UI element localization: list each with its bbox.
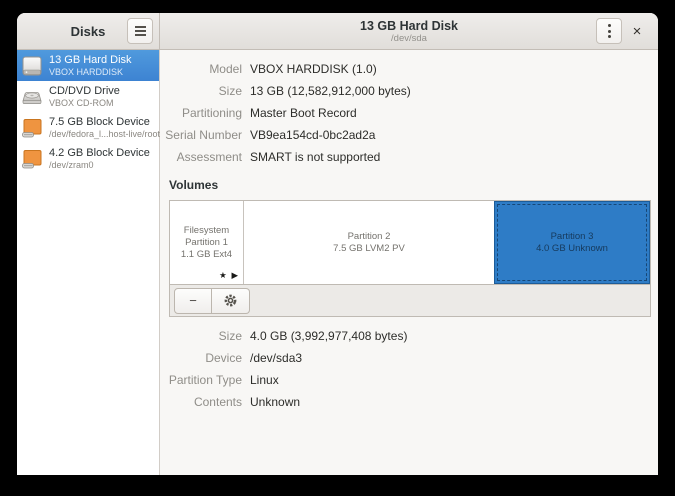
info-value: 13 GB (12,582,912,000 bytes) bbox=[250, 84, 411, 98]
header-bar: Disks 13 GB Hard Disk /dev/sda × bbox=[17, 13, 658, 50]
partition-options-button[interactable] bbox=[212, 288, 250, 314]
info-value: VB9ea154cd-0bc2ad2a bbox=[250, 128, 375, 142]
drive-info: Model VBOX HARDDISK (1.0) Size 13 GB (12… bbox=[160, 58, 652, 168]
info-label: Contents bbox=[160, 395, 250, 409]
partition-size: 4.0 GB Unknown bbox=[536, 243, 608, 255]
main-header: 13 GB Hard Disk /dev/sda × bbox=[160, 13, 658, 49]
partition-map: Filesystem Partition 1 1.1 GB Ext4 ★ ▶ P… bbox=[170, 201, 650, 284]
partition-size: 7.5 GB LVM2 PV bbox=[333, 243, 405, 255]
info-label: Partitioning bbox=[160, 106, 250, 120]
sidebar-item-block-device-7-5[interactable]: 7.5 GB Block Device /dev/fedora_l...host… bbox=[17, 112, 159, 143]
info-value: Unknown bbox=[250, 395, 300, 409]
partition-size: 1.1 GB Ext4 bbox=[181, 249, 232, 261]
info-value: /dev/sda3 bbox=[250, 351, 302, 365]
info-value: VBOX HARDDISK (1.0) bbox=[250, 62, 377, 76]
info-value: SMART is not supported bbox=[250, 150, 380, 164]
info-label: Size bbox=[160, 329, 250, 343]
drive-info-row-assessment: Assessment SMART is not supported bbox=[160, 146, 652, 168]
drive-info-row-serial: Serial Number VB9ea154cd-0bc2ad2a bbox=[160, 124, 652, 146]
partition-usage: Filesystem bbox=[181, 225, 232, 237]
partition-name: Partition 3 bbox=[536, 231, 608, 243]
sidebar-item-subtitle: VBOX HARDDISK bbox=[49, 67, 132, 77]
info-value: Master Boot Record bbox=[250, 106, 357, 120]
info-label: Size bbox=[160, 84, 250, 98]
info-label: Assessment bbox=[160, 150, 250, 164]
sidebar-item-cd-dvd[interactable]: CD/DVD Drive VBOX CD-ROM bbox=[17, 81, 159, 112]
sidebar-item-block-device-4-2[interactable]: 4.2 GB Block Device /dev/zram0 bbox=[17, 143, 159, 174]
partition-1[interactable]: Filesystem Partition 1 1.1 GB Ext4 ★ ▶ bbox=[170, 201, 243, 284]
device-sidebar: 13 GB Hard Disk VBOX HARDDISK CD/DVD Dri… bbox=[17, 50, 160, 475]
partition-name: Partition 1 bbox=[181, 237, 232, 249]
volume-info: Size 4.0 GB (3,992,977,408 bytes) Device… bbox=[160, 325, 652, 413]
info-value: Linux bbox=[250, 373, 279, 387]
sidebar-item-subtitle: /dev/fedora_l...host-live/root bbox=[49, 129, 156, 139]
drive-info-row-model: Model VBOX HARDDISK (1.0) bbox=[160, 58, 652, 80]
hamburger-menu-button[interactable] bbox=[127, 18, 153, 44]
volume-info-row-size: Size 4.0 GB (3,992,977,408 bytes) bbox=[160, 325, 652, 347]
sidebar-header: Disks bbox=[17, 13, 160, 49]
volumes-heading: Volumes bbox=[169, 178, 652, 192]
partition-2[interactable]: Partition 2 7.5 GB LVM2 PV bbox=[243, 201, 494, 284]
optical-drive-icon bbox=[20, 85, 44, 109]
kebab-menu-icon bbox=[608, 24, 611, 27]
info-label: Model bbox=[160, 62, 250, 76]
hamburger-icon bbox=[135, 26, 146, 28]
drive-menu-button[interactable] bbox=[596, 18, 622, 44]
drive-info-row-size: Size 13 GB (12,582,912,000 bytes) bbox=[160, 80, 652, 102]
partition-3[interactable]: Partition 3 4.0 GB Unknown bbox=[494, 201, 650, 284]
volumes-toolbar: − bbox=[170, 284, 650, 316]
volume-info-row-partition-type: Partition Type Linux bbox=[160, 369, 652, 391]
sidebar-item-title: CD/DVD Drive bbox=[49, 85, 120, 98]
close-icon: × bbox=[633, 23, 642, 40]
info-label: Partition Type bbox=[160, 373, 250, 387]
sidebar-item-title: 4.2 GB Block Device bbox=[49, 147, 150, 160]
hard-disk-icon bbox=[20, 54, 44, 78]
app-title: Disks bbox=[71, 24, 106, 39]
info-label: Serial Number bbox=[160, 128, 250, 142]
volume-info-row-contents: Contents Unknown bbox=[160, 391, 652, 413]
sidebar-item-subtitle: /dev/zram0 bbox=[49, 160, 150, 170]
block-device-icon bbox=[20, 116, 44, 140]
block-device-icon bbox=[20, 147, 44, 171]
partition-name: Partition 2 bbox=[333, 231, 405, 243]
minus-icon: − bbox=[189, 293, 197, 308]
window-title: 13 GB Hard Disk bbox=[360, 19, 458, 33]
info-value: 4.0 GB (3,992,977,408 bytes) bbox=[250, 329, 407, 343]
disks-window: Disks 13 GB Hard Disk /dev/sda × bbox=[17, 13, 658, 475]
sidebar-item-subtitle: VBOX CD-ROM bbox=[49, 98, 120, 108]
sidebar-item-hard-disk[interactable]: 13 GB Hard Disk VBOX HARDDISK bbox=[17, 50, 159, 81]
window-subtitle: /dev/sda bbox=[391, 33, 427, 44]
drive-details-pane: Model VBOX HARDDISK (1.0) Size 13 GB (12… bbox=[160, 50, 658, 475]
volume-info-row-device: Device /dev/sda3 bbox=[160, 347, 652, 369]
delete-partition-button[interactable]: − bbox=[174, 288, 212, 314]
bootable-star-and-mounted-icons: ★ ▶ bbox=[219, 271, 239, 281]
sidebar-item-title: 13 GB Hard Disk bbox=[49, 54, 132, 67]
volumes-widget: Filesystem Partition 1 1.1 GB Ext4 ★ ▶ P… bbox=[169, 200, 651, 317]
close-button[interactable]: × bbox=[624, 18, 650, 44]
sidebar-item-title: 7.5 GB Block Device bbox=[49, 116, 156, 129]
info-label: Device bbox=[160, 351, 250, 365]
gears-icon bbox=[223, 293, 238, 308]
drive-info-row-partitioning: Partitioning Master Boot Record bbox=[160, 102, 652, 124]
